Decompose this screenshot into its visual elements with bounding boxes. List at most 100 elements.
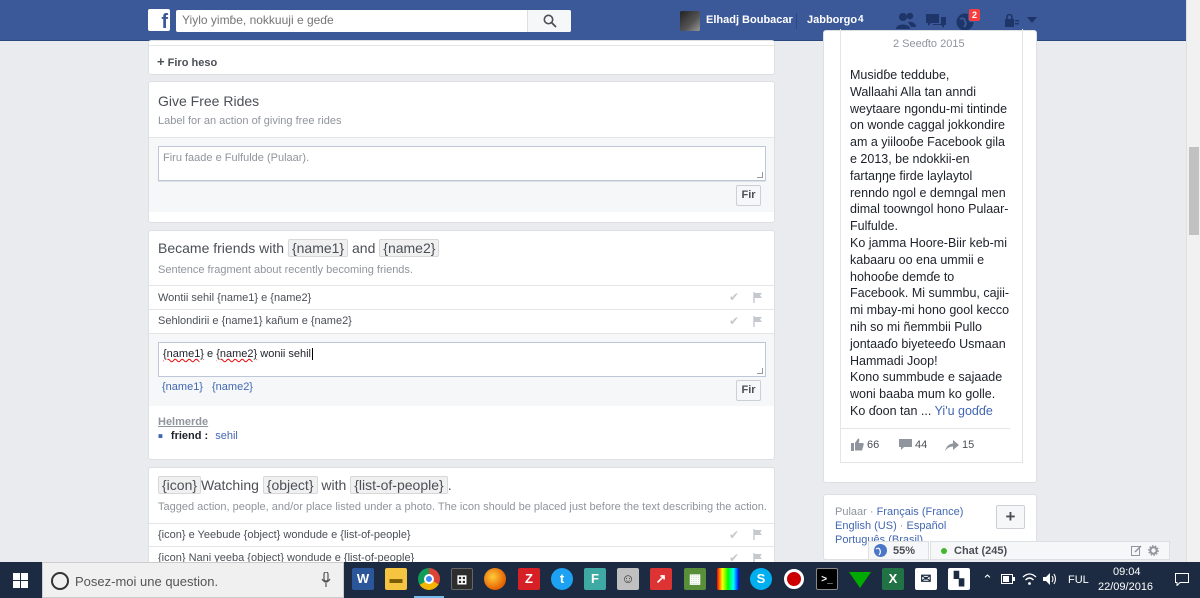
phrase-card-watching: {icon} Watching {object} with {list-of-pe… (148, 467, 775, 567)
placeholder-tag-name1[interactable]: {name1} (162, 381, 203, 393)
terminal-icon[interactable]: >_ (816, 568, 838, 590)
app-cat-icon[interactable]: ☺ (617, 568, 639, 590)
chrome-icon[interactable] (418, 568, 440, 590)
report-flag-icon[interactable] (753, 529, 763, 540)
store-icon[interactable]: ⊞ (451, 568, 473, 590)
filezilla-icon[interactable]: Z (518, 568, 540, 590)
compose-icon[interactable] (1131, 545, 1142, 556)
word-app-icon[interactable]: W (352, 568, 374, 590)
title-text: Watching (201, 477, 259, 493)
divider (840, 428, 1010, 429)
app-f-icon[interactable]: F (584, 568, 606, 590)
placeholder-tag-name2[interactable]: {name2} (212, 381, 253, 393)
phrase-description: Label for an action of giving free rides (158, 115, 342, 127)
language-link-english[interactable]: English (US) (835, 520, 897, 532)
share-count: 15 (962, 439, 975, 451)
chevron-down-icon[interactable] (1027, 17, 1037, 24)
add-translation-link[interactable]: + Firo heso (157, 54, 217, 69)
page-scrollbar[interactable] (1186, 0, 1200, 562)
messages-icon[interactable] (925, 12, 947, 30)
app-arrow-icon[interactable] (849, 572, 871, 588)
post-line: mi mbay-mi hono gool kecco (850, 303, 1010, 318)
cortana-search-box[interactable]: Posez-moi une question. (42, 562, 344, 598)
post-line: Musidɓe teddube, (850, 68, 950, 82)
glossary-value[interactable]: sehil (215, 430, 238, 442)
clapper-icon[interactable]: ▚ (948, 568, 970, 590)
file-explorer-icon[interactable]: ▬ (385, 568, 407, 590)
mail-icon[interactable]: ✉ (915, 568, 937, 590)
translation-row[interactable]: Sehlondirii e {name1} kañum e {name2} (158, 315, 352, 327)
microphone-icon[interactable] (321, 572, 331, 588)
post-line: Ko ɗoon tan ... Yi'u goɗɗe (850, 403, 1015, 420)
excel-icon[interactable]: X (882, 568, 904, 590)
wifi-icon[interactable] (1022, 573, 1037, 585)
windows-logo-icon (13, 573, 28, 588)
comment-icon[interactable] (899, 439, 912, 451)
translation-input[interactable]: {name1} e {name2} wonii sehil (158, 342, 766, 377)
post-line: kabaaru oo ena ummii e (850, 252, 985, 267)
privacy-lock-icon[interactable] (1004, 14, 1020, 28)
post-date[interactable]: 2 Seeɗto 2015 (893, 38, 965, 50)
volume-icon[interactable] (1043, 573, 1057, 585)
phrase-title: Became friends with {name1} and {name2} (158, 239, 440, 257)
previous-phrase-card: + Firo heso (148, 40, 775, 75)
clock-date[interactable]: 22/09/2016 (1098, 581, 1153, 593)
share-icon[interactable] (945, 439, 959, 451)
report-flag-icon[interactable] (753, 316, 763, 327)
text-cursor (312, 348, 314, 360)
search-button[interactable] (527, 10, 571, 32)
vote-check-icon[interactable]: ✔ (729, 528, 739, 542)
start-button[interactable] (0, 562, 42, 598)
avatar[interactable] (680, 11, 700, 31)
search-icon (543, 14, 557, 28)
translation-row[interactable]: Wontii sehil {name1} e {name2} (158, 292, 311, 304)
like-icon[interactable] (851, 438, 864, 451)
bullet-icon: ■ (158, 431, 163, 441)
divider (796, 13, 797, 29)
translation-row[interactable]: {icon} e Yeebude {object} wondude e {lis… (158, 529, 411, 541)
clock-time[interactable]: 09:04 (1113, 566, 1141, 578)
search-input[interactable] (182, 13, 532, 27)
app-chart-icon[interactable]: ↗ (650, 568, 672, 590)
glossary-title[interactable]: Helmerde (158, 416, 208, 428)
profile-link[interactable]: Elhadj Boubacar (706, 14, 793, 26)
zoom-globe-icon (874, 544, 887, 557)
translation-input[interactable]: Firu faade e Fulfulde (Pulaar). (158, 146, 766, 181)
resize-grip-icon[interactable] (757, 368, 763, 374)
input-language[interactable]: FUL (1068, 574, 1089, 586)
facebook-logo[interactable]: f (148, 9, 170, 31)
notification-badge: 2 (968, 8, 982, 22)
battery-icon[interactable] (1001, 574, 1015, 584)
chat-bar[interactable]: Chat (245) (930, 541, 1170, 560)
submit-translation-button[interactable]: Fir (736, 185, 761, 206)
app-color-icon[interactable] (717, 568, 739, 590)
zoom-indicator[interactable]: 55% (868, 541, 929, 560)
resize-grip-icon[interactable] (757, 172, 763, 178)
post-line: hohooɓe demɗe to (850, 269, 955, 284)
scrollbar-thumb[interactable] (1189, 147, 1199, 235)
report-flag-icon[interactable] (753, 292, 763, 303)
skype-icon[interactable]: S (750, 568, 772, 590)
action-center-icon[interactable] (1175, 573, 1189, 586)
title-text: with (321, 477, 347, 493)
token-name2: {name2} (379, 239, 440, 257)
app-record-icon[interactable] (784, 569, 804, 589)
tray-chevron-icon[interactable]: ⌃ (982, 572, 993, 588)
vote-check-icon[interactable]: ✔ (729, 290, 739, 304)
vote-check-icon[interactable]: ✔ (729, 314, 739, 328)
post-line: Hammadi Joop! (850, 353, 938, 368)
app-green-icon[interactable]: ▦ (684, 568, 706, 590)
home-link[interactable]: Jabborgo (807, 14, 857, 26)
submit-translation-button[interactable]: Fir (736, 380, 761, 401)
language-link-french[interactable]: Français (France) (877, 506, 964, 518)
language-link-spanish[interactable]: Español (907, 520, 947, 532)
post-line: nih so mi ñemmbii Pullo (850, 319, 982, 334)
see-more-link[interactable]: Yi'u goɗɗe (935, 404, 993, 418)
token-name1: {name1} (287, 239, 349, 257)
friend-requests-icon[interactable] (895, 12, 917, 30)
firefox-icon[interactable] (484, 568, 506, 590)
divider (149, 546, 774, 547)
chat-settings-gear-icon[interactable] (1148, 545, 1159, 556)
add-language-button[interactable]: + (996, 505, 1025, 529)
twitter-icon[interactable]: t (551, 568, 573, 590)
